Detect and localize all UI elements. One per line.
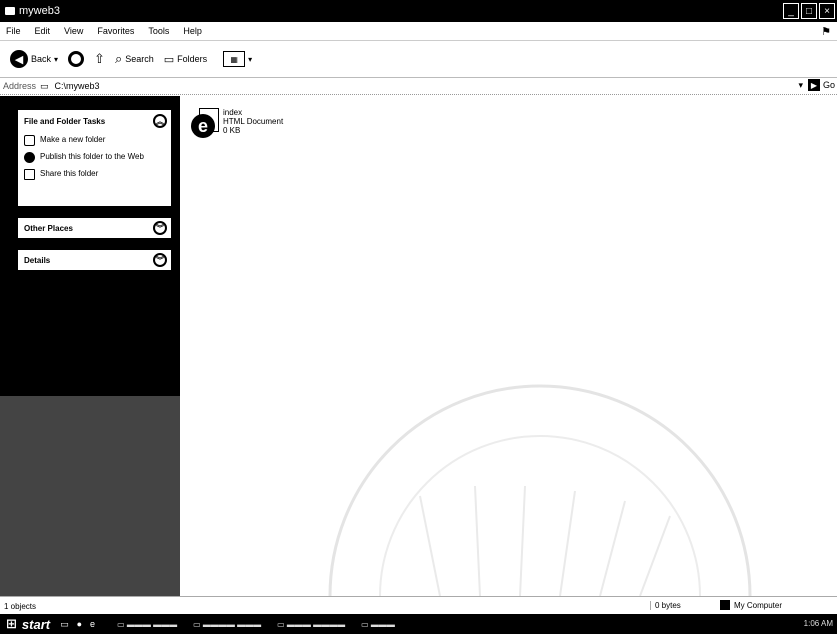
go-label: Go — [822, 80, 835, 90]
folders-icon: ▭ — [163, 53, 175, 66]
media-player-icon[interactable]: ● — [77, 619, 82, 630]
views-button[interactable]: ▦ ▾ — [217, 51, 252, 67]
folders-button[interactable]: ▭ Folders — [164, 53, 207, 66]
share-folder-icon — [24, 169, 35, 180]
folder-icon: ▭ — [40, 80, 49, 91]
system-tray-clock: 1:06 AM — [803, 619, 833, 628]
address-bar: Address ▭ C:\myweb3 ▾ ▶ Go — [0, 78, 837, 95]
back-label: Back — [31, 54, 52, 64]
task-share-folder[interactable]: Share this folder — [18, 166, 171, 183]
task-label: Publish this folder to the Web — [40, 152, 144, 161]
file-name: index — [223, 108, 243, 117]
forward-button[interactable] — [68, 51, 85, 67]
html-document-icon: e — [185, 108, 219, 142]
menu-file[interactable]: File — [0, 26, 29, 36]
panel-title: Other Places — [24, 223, 73, 233]
menu-help[interactable]: Help — [177, 26, 210, 36]
show-desktop-icon[interactable]: ▭ — [60, 619, 69, 630]
start-button[interactable]: ⊞ start — [0, 616, 60, 632]
zone-label: My Computer — [734, 600, 783, 610]
status-bar: 1 objects 0 bytes My Computer — [0, 596, 837, 615]
task-pane: File and Folder Tasks ︽ Make a new folde… — [0, 96, 180, 596]
zone-indicator: My Computer — [720, 600, 782, 610]
file-type: HTML Document — [223, 117, 284, 126]
panel-header[interactable]: Details ︾ — [18, 250, 171, 270]
other-places-panel: Other Places ︾ — [18, 218, 171, 238]
window-controls: _ □ × — [783, 3, 835, 19]
taskbar-button[interactable]: ▭ ▬▬▬▬ ▬▬▬ — [185, 620, 269, 629]
menu-edit[interactable]: Edit — [29, 26, 59, 36]
chevron-down-icon[interactable]: ▾ — [54, 55, 58, 64]
menu-tools[interactable]: Tools — [142, 26, 177, 36]
internet-explorer-icon[interactable]: e — [90, 619, 95, 630]
file-folder-tasks-panel: File and Folder Tasks ︽ Make a new folde… — [18, 110, 171, 206]
back-button[interactable]: ◀ Back ▾ — [10, 50, 58, 68]
menu-view[interactable]: View — [58, 26, 91, 36]
object-count: 1 objects — [4, 601, 37, 611]
expand-chevron-icon[interactable]: ︾ — [153, 253, 167, 267]
computer-icon — [720, 600, 730, 610]
quick-launch: ▭ ● e — [60, 619, 95, 630]
file-list-view: e index HTML Document 0 KB — [180, 96, 837, 596]
views-icon: ▦ — [223, 51, 246, 67]
taskbar: ⊞ start ▭ ● e ▭ ▬▬▬ ▬▬▬ ▭ ▬▬▬▬ ▬▬▬ ▭ ▬▬▬… — [0, 614, 837, 634]
taskbar-button[interactable]: ▭ ▬▬▬ — [353, 620, 403, 629]
task-publish-web[interactable]: Publish this folder to the Web — [18, 149, 171, 166]
search-button[interactable]: ⌕ Search — [115, 51, 154, 67]
taskbar-button[interactable]: ▭ ▬▬▬ ▬▬▬ — [109, 620, 185, 629]
taskbar-button[interactable]: ▭ ▬▬▬ ▬▬▬▬ — [269, 620, 353, 629]
start-label: start — [21, 616, 51, 632]
address-input[interactable]: C:\myweb3 — [55, 81, 100, 91]
new-folder-icon — [24, 135, 35, 146]
chevron-down-icon: ▾ — [248, 54, 253, 64]
window-title: myweb3 — [19, 5, 60, 17]
task-pane-background — [0, 396, 180, 596]
go-arrow-icon: ▶ — [807, 79, 820, 91]
total-size: 0 bytes — [650, 601, 681, 610]
up-folder-icon: ⇧ — [94, 51, 105, 66]
address-label: Address — [3, 81, 37, 91]
collapse-chevron-icon[interactable]: ︽ — [153, 114, 167, 128]
up-folder-button[interactable]: ⇧ — [94, 51, 105, 67]
internet-explorer-icon: e — [191, 114, 215, 138]
panel-header[interactable]: Other Places ︾ — [18, 218, 171, 238]
search-icon: ⌕ — [114, 51, 123, 66]
panel-title: File and Folder Tasks — [24, 116, 106, 126]
file-size: 0 KB — [223, 126, 241, 135]
maximize-button[interactable]: □ — [801, 3, 817, 19]
minimize-button[interactable]: _ — [783, 3, 799, 19]
folders-label: Folders — [177, 54, 208, 64]
windows-logo-icon: ⊞ — [6, 616, 17, 631]
folder-icon — [5, 7, 15, 15]
task-make-folder[interactable]: Make a new folder — [18, 132, 171, 149]
expand-chevron-icon[interactable]: ︾ — [153, 221, 167, 235]
panel-title: Details — [24, 255, 51, 265]
forward-arrow-icon — [68, 51, 85, 67]
menu-bar: File Edit View Favorites Tools Help ⚑ — [0, 22, 837, 41]
file-item-index[interactable]: e index HTML Document 0 KB — [185, 108, 283, 142]
task-label: Share this folder — [40, 169, 99, 178]
go-button[interactable]: ▶ Go — [807, 79, 835, 91]
globe-icon — [24, 152, 35, 163]
menu-favorites[interactable]: Favorites — [91, 26, 142, 36]
close-button[interactable]: × — [819, 3, 835, 19]
panel-header[interactable]: File and Folder Tasks ︽ — [18, 110, 171, 132]
task-label: Make a new folder — [40, 135, 106, 144]
watermark-arcs — [328, 384, 752, 596]
title-bar: myweb3 _ □ × — [0, 0, 837, 22]
back-arrow-icon: ◀ — [10, 50, 28, 68]
file-meta: index HTML Document 0 KB — [223, 108, 283, 142]
standard-toolbar: ◀ Back ▾ ⇧ ⌕ Search ▭ Folders ▦ ▾ — [0, 41, 837, 78]
search-label: Search — [125, 54, 154, 64]
chevron-down-icon[interactable]: ▾ — [798, 80, 803, 91]
windows-flag-icon: ⚑ — [821, 26, 831, 38]
details-panel: Details ︾ — [18, 250, 171, 270]
